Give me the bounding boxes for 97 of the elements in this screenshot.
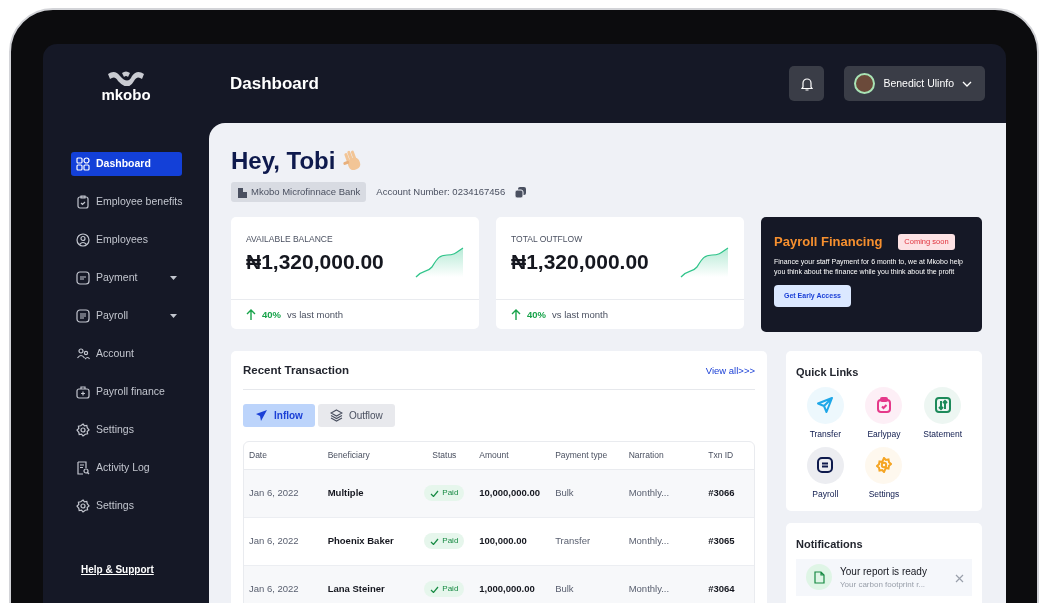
table-cell: Jan 6, 2022 bbox=[244, 469, 323, 518]
table-cell: Phoenix Baker bbox=[322, 517, 415, 566]
column-header: Payment type bbox=[550, 441, 624, 470]
quick-link-label: Statement bbox=[923, 427, 963, 441]
sidebar-item[interactable]: Settings bbox=[71, 418, 182, 442]
quick-link-button[interactable] bbox=[806, 446, 844, 484]
help-link[interactable]: Help & Support bbox=[81, 562, 154, 577]
column-header: Amount bbox=[474, 441, 551, 470]
section-title: Recent Transaction bbox=[243, 363, 350, 379]
briefcase-plus-icon bbox=[76, 385, 90, 399]
sidebar-item[interactable]: Employee benefits bbox=[71, 190, 182, 214]
sidebar-item[interactable]: Payroll finance bbox=[71, 380, 182, 404]
users-icon bbox=[76, 347, 90, 361]
sidebar-item[interactable]: Settings bbox=[71, 494, 182, 518]
table-cell: 10,000,000.00 bbox=[474, 469, 551, 518]
quick-link-label: Earlypay bbox=[867, 427, 901, 441]
logo-icon bbox=[106, 70, 146, 86]
quick-link-label: Transfer bbox=[809, 427, 841, 441]
column-header: Narration bbox=[623, 441, 704, 470]
sidebar-item[interactable]: Account bbox=[71, 342, 182, 366]
table-cell: 100,000.00 bbox=[474, 517, 551, 566]
user-menu[interactable]: Benedict Ulinfo bbox=[844, 66, 985, 101]
section-title: Quick Links bbox=[796, 365, 860, 381]
table-cell: 1,000,000.00 bbox=[474, 565, 551, 603]
card-icon bbox=[76, 271, 90, 285]
promo-title: Payroll Financing bbox=[774, 233, 883, 252]
paper-plane-icon bbox=[255, 408, 268, 422]
sparkline-drawing bbox=[415, 246, 464, 278]
sidebar-item[interactable]: Employees bbox=[71, 228, 182, 252]
check-icon bbox=[430, 537, 440, 545]
notification-item[interactable]: Your report is ready Your carbon footprint r... bbox=[796, 558, 972, 596]
arrow-up-icon bbox=[511, 309, 521, 321]
logo-text: mkobo bbox=[101, 87, 151, 102]
sidebar-item[interactable]: Dashboard bbox=[71, 152, 182, 176]
sidebar-item[interactable]: Payment bbox=[71, 266, 182, 290]
stat-label: TOTAL OUTFLOW bbox=[511, 233, 584, 246]
bank-chip: Mkobo Microfinnace Bank bbox=[231, 182, 367, 203]
quick-link-label: Settings bbox=[868, 487, 900, 501]
column-header: Txn ID bbox=[703, 441, 754, 470]
comparison-text: vs last month bbox=[552, 307, 608, 322]
table-cell: Multiple bbox=[322, 469, 415, 518]
clipboard-check-icon bbox=[76, 195, 90, 209]
layers-icon bbox=[329, 408, 343, 422]
tab[interactable]: Outflow bbox=[317, 403, 395, 427]
sidebar-item[interactable]: Activity Log bbox=[71, 456, 182, 480]
view-all-link[interactable]: View all>>> bbox=[705, 363, 755, 378]
grid-icon bbox=[76, 157, 90, 171]
user-circle-icon bbox=[76, 233, 90, 247]
table-cell: Transfer bbox=[550, 517, 624, 566]
table-cell: Jan 6, 2022 bbox=[244, 517, 323, 566]
copy-icon[interactable] bbox=[515, 186, 527, 198]
sidebar-item[interactable]: Payroll bbox=[71, 304, 182, 328]
stat-value: ₦1,320,000.00 bbox=[246, 249, 384, 275]
status-badge: Paid bbox=[424, 485, 465, 501]
building-icon bbox=[237, 186, 247, 198]
status-badge: Paid bbox=[424, 581, 465, 597]
notification-text: Your carbon footprint r... bbox=[840, 578, 927, 591]
comparison-text: vs last month bbox=[287, 307, 343, 322]
status-badge: Paid bbox=[424, 533, 465, 549]
check-icon bbox=[430, 489, 440, 497]
column-header: Status bbox=[414, 441, 475, 470]
bell-icon bbox=[799, 76, 814, 91]
chevron-down-icon bbox=[962, 80, 972, 87]
section-title: Notifications bbox=[796, 537, 864, 553]
table-cell: #3066 bbox=[703, 469, 754, 518]
document-icon bbox=[76, 309, 90, 323]
account-number: Account Number: 0234167456 bbox=[376, 185, 506, 199]
notification-title: Your report is ready bbox=[840, 564, 927, 579]
avatar bbox=[854, 73, 876, 94]
table-cell: #3065 bbox=[703, 517, 754, 566]
change-percent: 40% bbox=[262, 307, 281, 322]
gear-icon bbox=[76, 499, 90, 513]
table-cell: Lana Steiner bbox=[322, 565, 415, 603]
check-icon bbox=[430, 585, 440, 593]
document-search-icon bbox=[76, 461, 90, 475]
stat-label: AVAILABLE BALANCE bbox=[246, 233, 334, 246]
column-header: Beneficiary bbox=[322, 441, 415, 470]
sparkline-drawing bbox=[680, 246, 729, 278]
table-cell: Bulk bbox=[550, 565, 624, 603]
notification-button[interactable] bbox=[789, 66, 825, 101]
tab[interactable]: Inflow bbox=[243, 403, 315, 427]
table-cell: Monthly... bbox=[623, 469, 704, 518]
column-header: Date bbox=[244, 441, 323, 470]
table-cell: Monthly... bbox=[623, 565, 704, 603]
table-cell: #3064 bbox=[703, 565, 754, 603]
stat-value: ₦1,320,000.00 bbox=[511, 249, 649, 275]
quick-link-label: Payroll bbox=[812, 487, 839, 501]
file-icon bbox=[813, 570, 825, 584]
gear-icon bbox=[76, 423, 90, 437]
arrow-up-icon bbox=[246, 309, 256, 321]
change-percent: 40% bbox=[527, 307, 546, 322]
table-cell: Jan 6, 2022 bbox=[244, 565, 323, 603]
page-title: Dashboard bbox=[230, 72, 320, 95]
table-cell: Bulk bbox=[550, 469, 624, 518]
greeting: Hey, Tobi bbox=[231, 146, 336, 176]
table-cell: Monthly... bbox=[623, 517, 704, 566]
close-icon bbox=[955, 573, 964, 583]
